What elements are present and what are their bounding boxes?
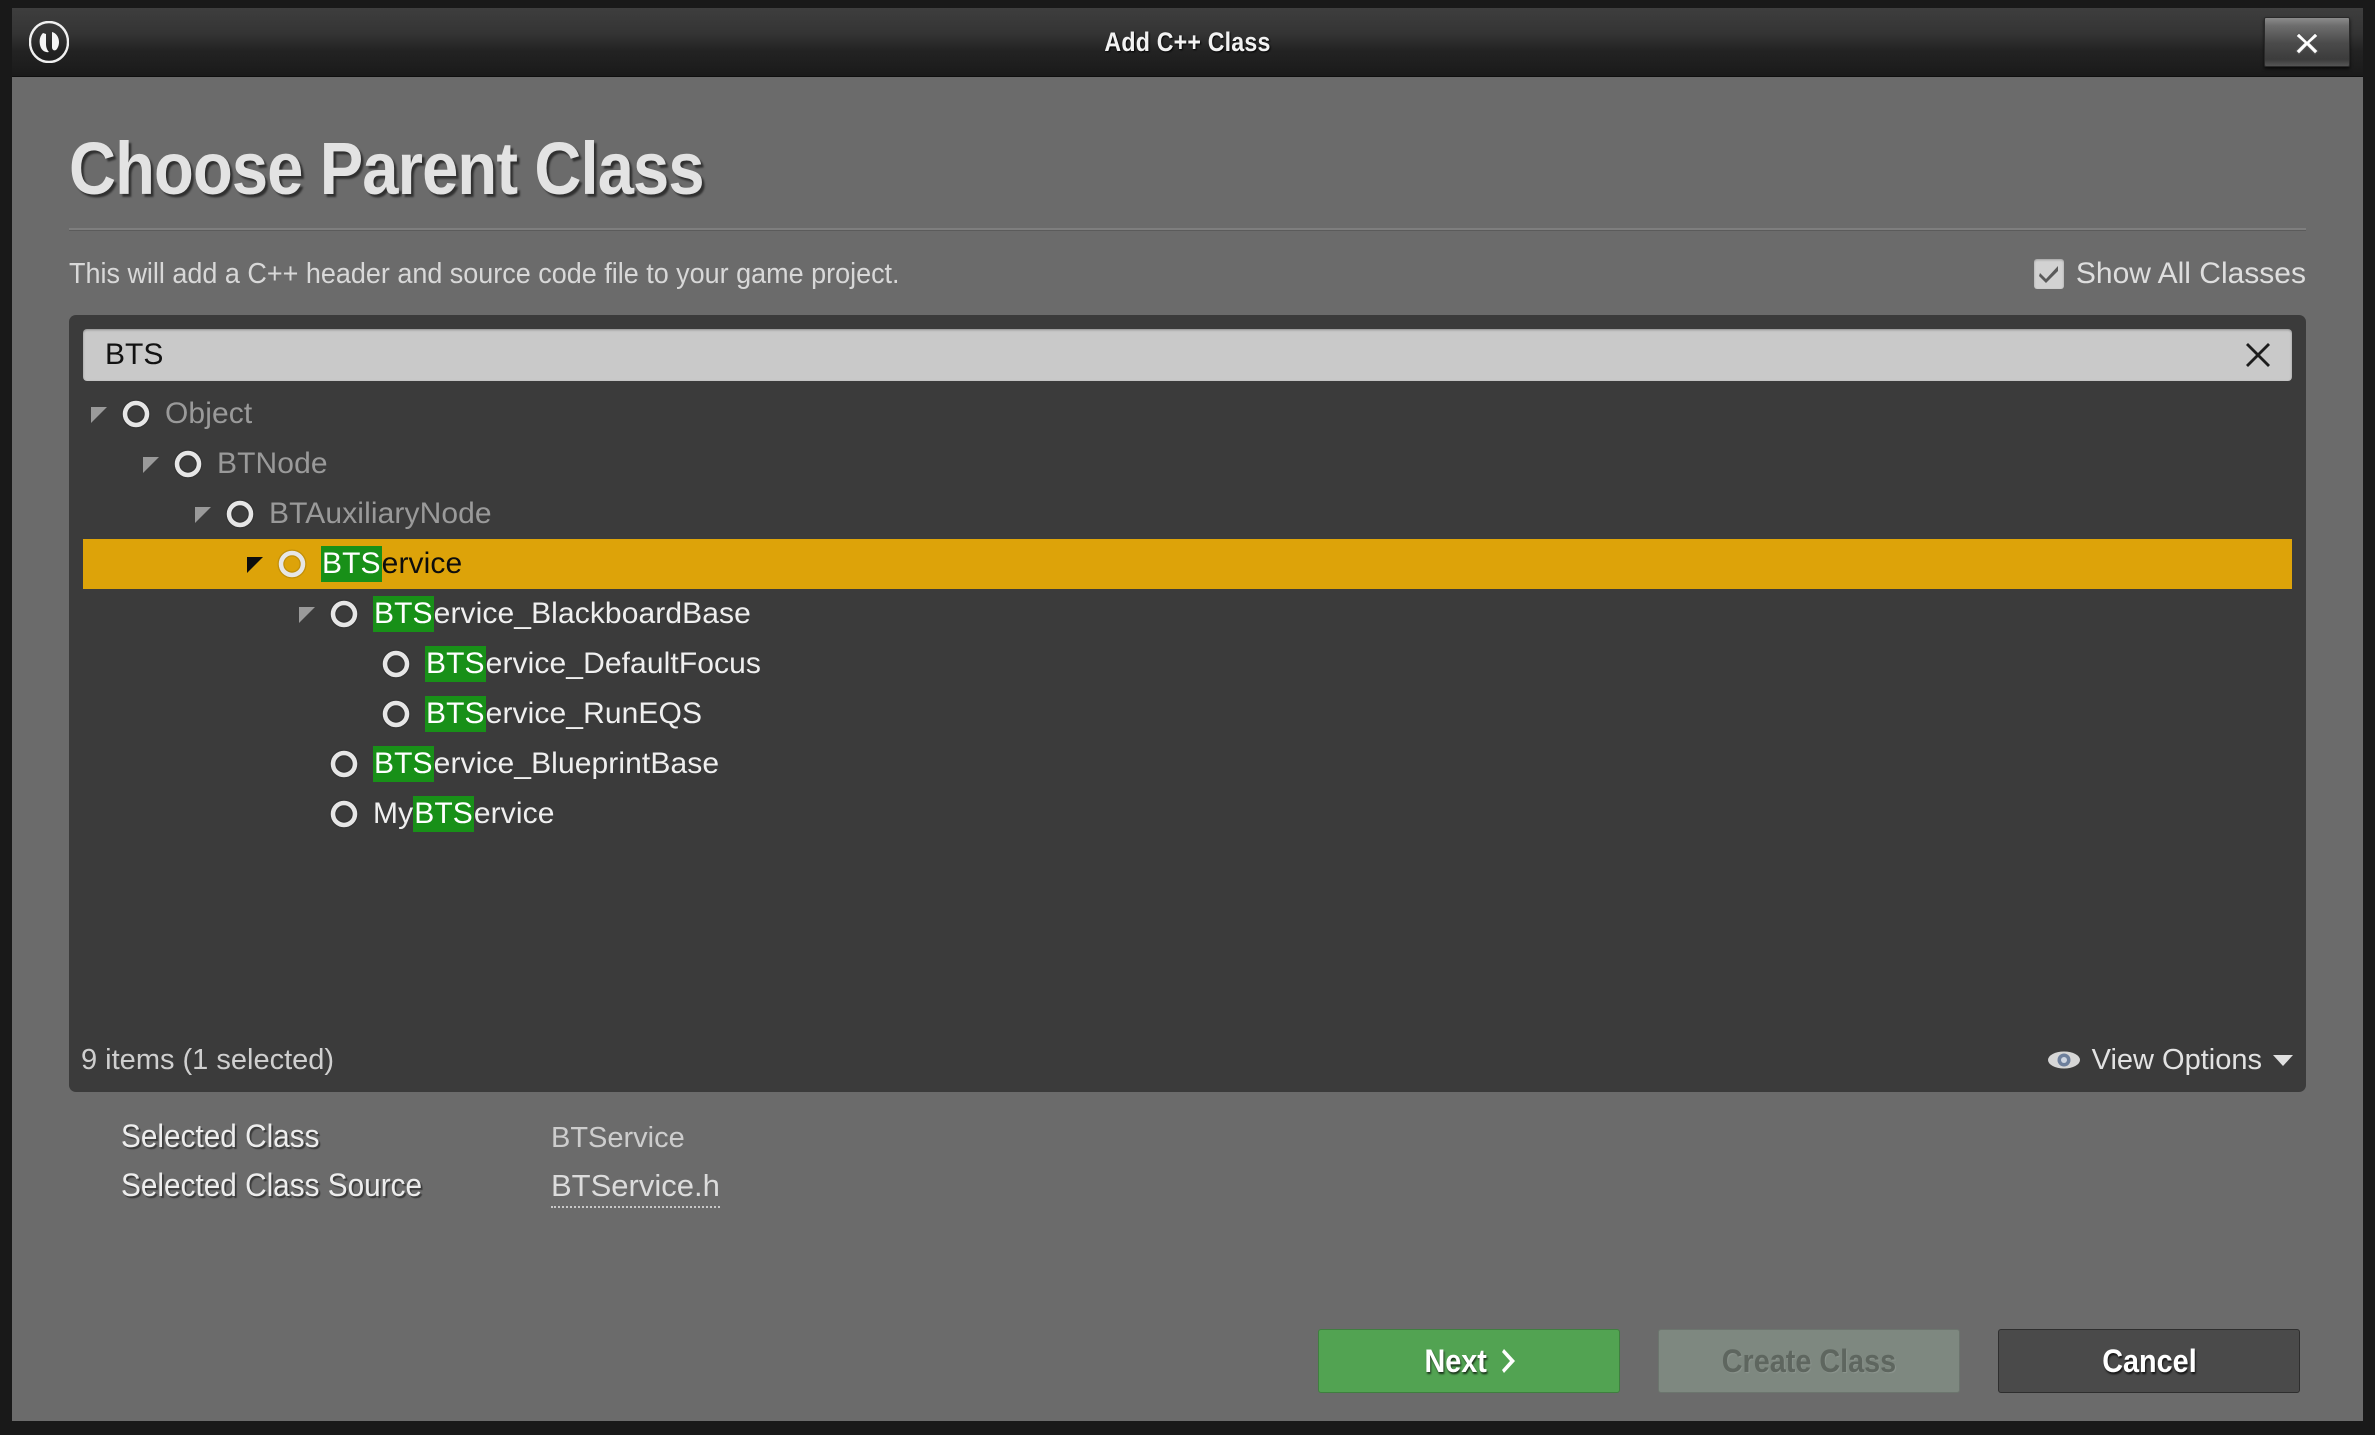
selected-class-source-row: Selected Class Source BTService.h (121, 1167, 2306, 1216)
selected-class-source-label: Selected Class Source (121, 1167, 423, 1203)
next-button[interactable]: Next (1318, 1329, 1620, 1393)
close-icon (2246, 343, 2270, 367)
search-bar[interactable] (83, 329, 2292, 381)
expand-arrow-icon[interactable] (83, 403, 115, 425)
chevron-down-icon (2273, 1055, 2293, 1066)
dialog-body: Choose Parent Class This will add a C++ … (12, 77, 2363, 1421)
selected-class-source-link[interactable]: BTService.h (551, 1168, 720, 1208)
search-input[interactable] (103, 337, 2238, 373)
view-options-button[interactable]: View Options (2046, 1044, 2294, 1077)
class-circle-icon (375, 648, 417, 680)
class-tree-row[interactable]: BTService_DefaultFocus (83, 639, 2292, 689)
class-tree-row-label: BTService_DefaultFocus (425, 646, 762, 682)
show-all-classes-label: Show All Classes (2075, 257, 2306, 290)
subtitle-text: This will add a C++ header and source co… (69, 257, 900, 290)
selected-class-info: Selected Class BTService Selected Class … (121, 1118, 2306, 1216)
class-tree[interactable]: Object BTNode BTAuxiliaryNode BTService BTSe… (83, 381, 2292, 1028)
class-tree-row[interactable]: BTAuxiliaryNode (83, 489, 2292, 539)
class-circle-icon (323, 598, 365, 630)
class-tree-row-label: BTNode (217, 447, 328, 480)
unreal-engine-logo-icon (26, 19, 72, 65)
expand-arrow-icon[interactable] (239, 553, 271, 575)
add-cpp-class-window: Add C++ Class Choose Parent Class This w… (0, 0, 2375, 1435)
show-all-classes-toggle[interactable]: Show All Classes (2033, 257, 2306, 291)
selected-class-value: BTService (551, 1122, 685, 1154)
create-class-button-label: Create Class (1721, 1342, 1897, 1379)
class-tree-row[interactable]: BTService (83, 539, 2292, 589)
class-tree-row-label: Object (165, 397, 253, 430)
checkmark-icon (2038, 266, 2058, 283)
class-picker-panel: Object BTNode BTAuxiliaryNode BTService BTSe… (69, 315, 2306, 1092)
class-circle-icon (375, 698, 417, 730)
subtitle-row: This will add a C++ header and source co… (69, 257, 2306, 291)
class-circle-icon (323, 748, 365, 780)
close-window-button[interactable] (2264, 17, 2350, 67)
cancel-button-label: Cancel (2101, 1342, 2197, 1379)
expand-arrow-icon[interactable] (135, 453, 167, 475)
class-tree-row-label: BTService_BlackboardBase (373, 596, 751, 632)
window-title: Add C++ Class (1104, 26, 1271, 57)
window-inner: Add C++ Class Choose Parent Class This w… (12, 8, 2363, 1421)
item-count-label: 9 items (1 selected) (81, 1043, 335, 1076)
class-tree-row-label: BTService (321, 546, 463, 582)
class-circle-icon (167, 448, 209, 480)
next-button-label: Next (1424, 1342, 1488, 1379)
selected-class-row: Selected Class BTService (121, 1118, 2306, 1167)
class-circle-icon (115, 398, 157, 430)
class-tree-row[interactable]: BTService_BlackboardBase (83, 589, 2292, 639)
class-circle-icon (271, 548, 313, 580)
selected-class-label: Selected Class (121, 1118, 320, 1154)
class-tree-row[interactable]: MyBTService (83, 789, 2292, 839)
class-tree-row[interactable]: BTService_RunEQS (83, 689, 2292, 739)
class-circle-icon (323, 798, 365, 830)
title-bar: Add C++ Class (12, 8, 2363, 77)
eye-icon (2047, 1051, 2080, 1069)
show-all-classes-checkbox[interactable] (2033, 259, 2064, 289)
page-title: Choose Parent Class (69, 127, 705, 210)
class-tree-row-label: BTAuxiliaryNode (269, 497, 492, 530)
title-divider (69, 228, 2306, 231)
view-options-label: View Options (2091, 1043, 2262, 1076)
class-tree-row-label: MyBTService (373, 796, 555, 832)
expand-arrow-icon[interactable] (291, 603, 323, 625)
class-tree-row-label: BTService_RunEQS (425, 696, 703, 732)
close-icon (2295, 32, 2319, 55)
dialog-button-bar: Next Create Class Cancel (69, 1329, 2306, 1393)
class-tree-row[interactable]: BTService_BlueprintBase (83, 739, 2292, 789)
chevron-right-icon (1501, 1349, 1515, 1373)
class-tree-row-label: BTService_BlueprintBase (373, 746, 720, 782)
clear-search-button[interactable] (2238, 335, 2278, 375)
class-tree-row[interactable]: Object (83, 389, 2292, 439)
class-tree-row[interactable]: BTNode (83, 439, 2292, 489)
create-class-button: Create Class (1658, 1329, 1960, 1393)
expand-arrow-icon[interactable] (187, 503, 219, 525)
class-tree-footer: 9 items (1 selected) View Options (81, 1028, 2294, 1092)
class-circle-icon (219, 498, 261, 530)
cancel-button[interactable]: Cancel (1998, 1329, 2300, 1393)
